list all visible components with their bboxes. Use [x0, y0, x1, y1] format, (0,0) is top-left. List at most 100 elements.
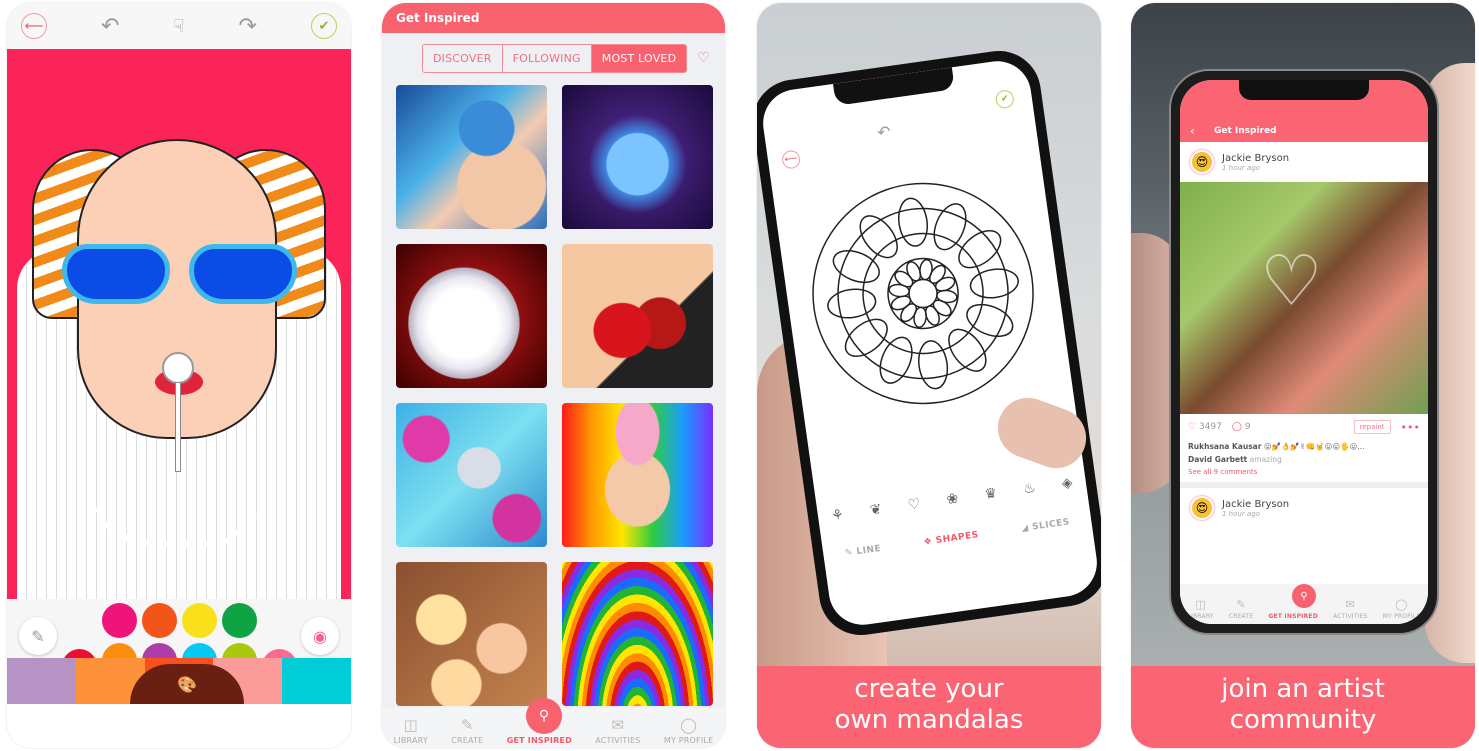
- gallery-item-lollipop-girl[interactable]: [562, 403, 713, 547]
- heart-icon[interactable]: ♡: [907, 496, 922, 514]
- mode-slices[interactable]: ◢ SLICES: [1021, 517, 1071, 534]
- color-palette: ✎ ◉ 🎨: [7, 599, 351, 704]
- filter-tabs: DISCOVER FOLLOWING MOST LOVED: [422, 43, 688, 73]
- author-name[interactable]: Jackie Bryson: [1222, 499, 1289, 510]
- flame-icon[interactable]: ♨: [1022, 480, 1037, 498]
- tab-discover[interactable]: DISCOVER: [423, 44, 503, 72]
- mode-shapes[interactable]: ❖ SHAPES: [923, 530, 979, 548]
- comment-button[interactable]: ◯ 9: [1232, 422, 1251, 432]
- like-button[interactable]: ♡ 3497: [1188, 422, 1222, 432]
- caption-banner: create your own mandalas: [757, 666, 1101, 748]
- nav-label: LIBRARY: [393, 736, 428, 745]
- checkmark-icon[interactable]: ✔: [310, 13, 337, 39]
- chevron-left-icon[interactable]: ‹: [1190, 124, 1195, 138]
- nav-activities[interactable]: ✉ ACTIVITIES: [595, 716, 640, 745]
- nav-activities[interactable]: ✉ ACTIVITIES: [1333, 598, 1368, 620]
- mandala-petal[interactable]: [896, 196, 930, 247]
- mandala-petal[interactable]: [962, 298, 1017, 342]
- color-swatch[interactable]: [142, 603, 177, 638]
- nav-my-profile[interactable]: ◯ MY PROFILE: [664, 716, 713, 745]
- magnifier-heart-icon[interactable]: ⚲: [526, 698, 562, 734]
- author-name[interactable]: Jackie Bryson: [1222, 153, 1289, 164]
- tab-most-loved[interactable]: MOST LOVED: [591, 44, 687, 72]
- shape-picker: ⚘ ❦ ♡ ❀ ♛ ♨ ◈: [817, 473, 1087, 526]
- mandala-petal[interactable]: [919, 258, 933, 281]
- brush-cup-icon[interactable]: ✎: [19, 617, 57, 655]
- magnifier-heart-icon[interactable]: ⚲: [1292, 584, 1316, 608]
- comment: Rukhsana Kausar 😛💅👌💅✌👊🤘😛😛🖐😛...: [1180, 440, 1428, 453]
- nav-create[interactable]: ✎ CREATE: [1229, 598, 1253, 620]
- avatar[interactable]: 😍: [1190, 150, 1214, 174]
- lotus-icon[interactable]: ⚘: [830, 507, 845, 525]
- nav-label: CREATE: [451, 736, 484, 745]
- gallery-item-blue-lips[interactable]: [396, 85, 547, 229]
- post-artwork[interactable]: ♡: [1180, 182, 1428, 414]
- post-header: 😍 Jackie Bryson 1 hour ago: [1180, 142, 1428, 182]
- gallery-item-rainbow-swirl[interactable]: [562, 562, 713, 706]
- nav-label: GET INSPIRED: [1268, 613, 1318, 620]
- caption-line: join an artist: [1221, 674, 1385, 704]
- gallery-item-bird[interactable]: [396, 403, 547, 547]
- book-icon: ◫: [403, 716, 418, 734]
- caption-line: community: [1229, 705, 1377, 735]
- heart-overlay-icon: ♡: [1260, 240, 1323, 322]
- gallery-item-white-flower[interactable]: [396, 244, 547, 388]
- lollipop-stick: [175, 382, 181, 472]
- nav-library[interactable]: ◫ LIBRARY: [1188, 598, 1214, 620]
- mandala-promo-panel: ⟵ ↶ ✔ ⚘ ❦ ♡ ❀ ♛ ♨ ◈ ✎ LINE ❖ SHAPES ◢ SLICES c…: [757, 3, 1101, 748]
- mandala-petal[interactable]: [826, 286, 877, 320]
- phone-notch: [833, 67, 955, 106]
- caption-banner: join an artist community: [1131, 666, 1475, 748]
- comment-count: 9: [1244, 422, 1251, 432]
- comment-author[interactable]: Rukhsana Kausar: [1188, 442, 1261, 451]
- coloring-canvas[interactable]: [7, 49, 351, 609]
- community-promo-panel: ‹ Get Inspired 😍 Jackie Bryson 1 hour ago…: [1131, 3, 1475, 748]
- layers-icon[interactable]: ◈: [1061, 475, 1074, 492]
- checkmark-icon[interactable]: ✔: [994, 89, 1015, 110]
- flower-icon[interactable]: ❀: [946, 491, 960, 508]
- post-time: 1 hour ago: [1222, 163, 1260, 172]
- mandala-petal[interactable]: [916, 339, 950, 390]
- redo-arrow-icon[interactable]: ↷: [239, 14, 257, 39]
- mandala-petal[interactable]: [829, 245, 884, 289]
- palette-tab[interactable]: [282, 658, 351, 704]
- see-all-comments-link[interactable]: See all 9 comments: [1180, 466, 1428, 478]
- tab-following[interactable]: FOLLOWING: [503, 44, 592, 72]
- nav-my-profile[interactable]: ◯ MY PROFILE: [1383, 598, 1421, 620]
- palette-tab[interactable]: [7, 658, 76, 704]
- phone-notch: [1239, 80, 1369, 100]
- repaint-button[interactable]: repaint: [1353, 420, 1391, 434]
- avatar[interactable]: 😍: [1190, 496, 1214, 520]
- hand-tap-icon[interactable]: ☟: [174, 16, 185, 37]
- heart-outline-icon[interactable]: ♡: [697, 50, 710, 66]
- leaf-icon[interactable]: ❦: [869, 501, 883, 518]
- back-arrow-icon[interactable]: ⟵: [21, 13, 47, 39]
- mandala-petal[interactable]: [936, 289, 958, 304]
- mandala-petal[interactable]: [913, 306, 927, 329]
- gallery-item-blue-roses[interactable]: [562, 85, 713, 229]
- mode-line[interactable]: ✎ LINE: [844, 544, 881, 559]
- lens-right: [189, 244, 297, 304]
- mandala-petal[interactable]: [888, 283, 910, 298]
- more-icon[interactable]: •••: [1401, 421, 1420, 434]
- undo-arrow-icon[interactable]: ↶: [876, 122, 892, 143]
- mandala-petal[interactable]: [874, 333, 918, 388]
- color-swatch[interactable]: [182, 603, 217, 638]
- gallery-item-strawberry[interactable]: [562, 244, 713, 388]
- person-icon: ◯: [1395, 598, 1408, 611]
- crown-icon[interactable]: ♛: [983, 485, 998, 503]
- mandala-petal[interactable]: [969, 266, 1020, 300]
- undo-arrow-icon[interactable]: ↶: [101, 14, 119, 39]
- heart-outline-icon: ♡: [1188, 422, 1197, 432]
- color-swatch[interactable]: [222, 603, 257, 638]
- comment-author[interactable]: David Garbett: [1188, 455, 1247, 464]
- mandala-petal[interactable]: [928, 199, 972, 254]
- nav-create[interactable]: ✎ CREATE: [451, 716, 483, 745]
- nav-library[interactable]: ◫ LIBRARY: [394, 716, 428, 745]
- pencil-icon: ✎: [1236, 598, 1246, 611]
- get-inspired-panel: Get Inspired DISCOVER FOLLOWING MOST LOV…: [382, 3, 725, 748]
- color-swatch[interactable]: [102, 603, 137, 638]
- recent-color-icon[interactable]: ◉: [301, 617, 339, 655]
- nav-label: CREATE: [1228, 613, 1254, 620]
- gallery-item-peach-flowers[interactable]: [396, 562, 547, 706]
